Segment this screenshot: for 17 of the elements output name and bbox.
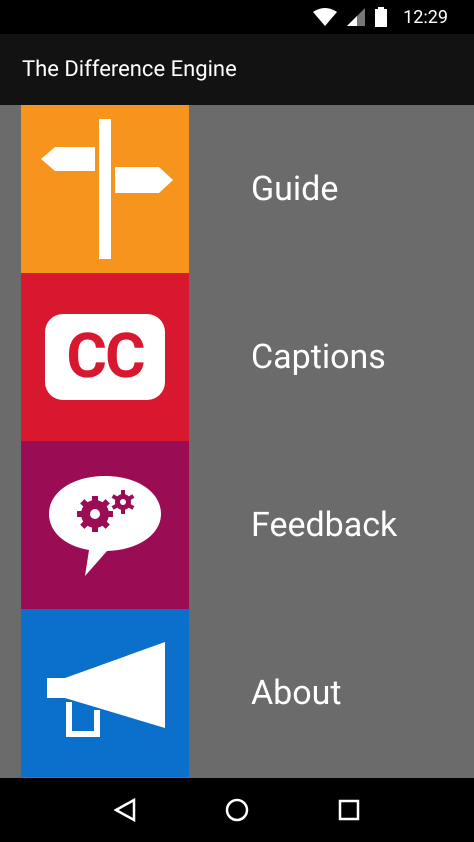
recents-icon[interactable] — [338, 799, 360, 821]
app-title: The Difference Engine — [22, 56, 237, 84]
menu-tile[interactable] — [21, 441, 189, 609]
menu-label[interactable]: Guide — [251, 164, 338, 214]
wifi-icon — [313, 8, 338, 26]
home-icon[interactable] — [224, 798, 249, 822]
menu-tile[interactable] — [21, 105, 189, 273]
status-time: 12:29 — [403, 6, 448, 30]
menu-tile[interactable] — [21, 609, 189, 777]
battery-icon — [375, 7, 388, 27]
menu-label[interactable]: Feedback — [251, 500, 398, 550]
menu-label[interactable]: Captions — [251, 332, 386, 382]
signal-icon — [347, 8, 366, 26]
captions-icon: CC — [45, 314, 165, 400]
back-icon[interactable] — [114, 798, 136, 822]
menu-label[interactable]: About — [251, 668, 342, 718]
menu-tile[interactable]: CC — [21, 273, 189, 441]
